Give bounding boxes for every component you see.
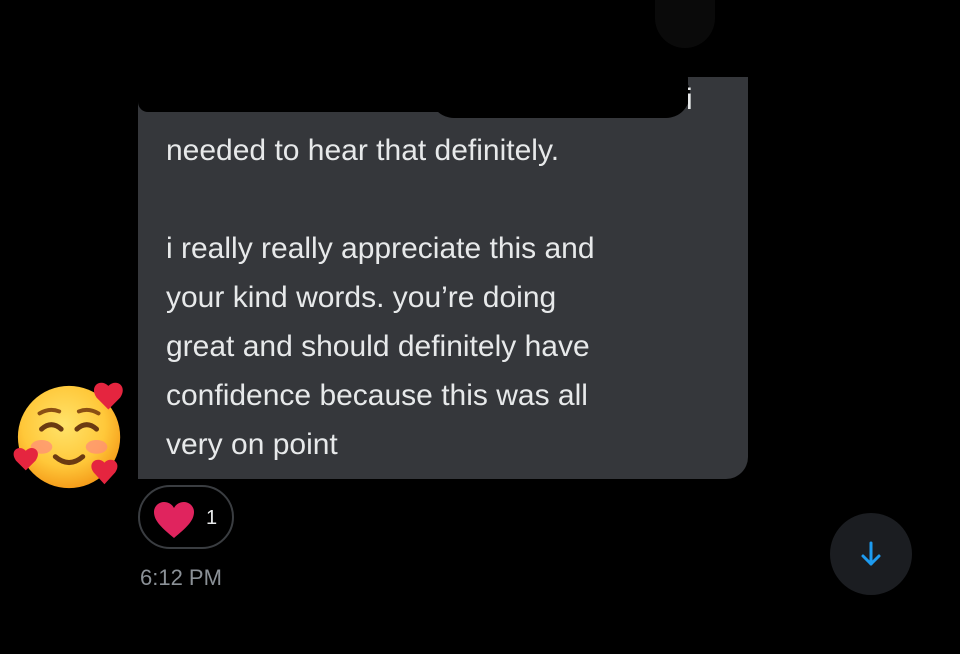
dm-conversation-screen: i needed to hear that definitely. i real… — [0, 0, 960, 654]
reaction-pill[interactable]: 1 — [138, 485, 234, 549]
message-text: needed to hear that definitely. i really… — [166, 134, 595, 461]
arrow-down-icon — [861, 541, 881, 566]
scroll-to-bottom-button[interactable] — [830, 513, 912, 595]
reaction-count: 1 — [206, 507, 218, 529]
message-partial-text: i — [686, 83, 693, 116]
top-shadow — [655, 0, 715, 48]
message-timestamp: 6:12 PM — [140, 565, 222, 590]
redacted-text-overflow — [430, 70, 690, 118]
smiling-face-with-hearts-icon — [13, 382, 123, 489]
heart-icon — [154, 502, 194, 538]
